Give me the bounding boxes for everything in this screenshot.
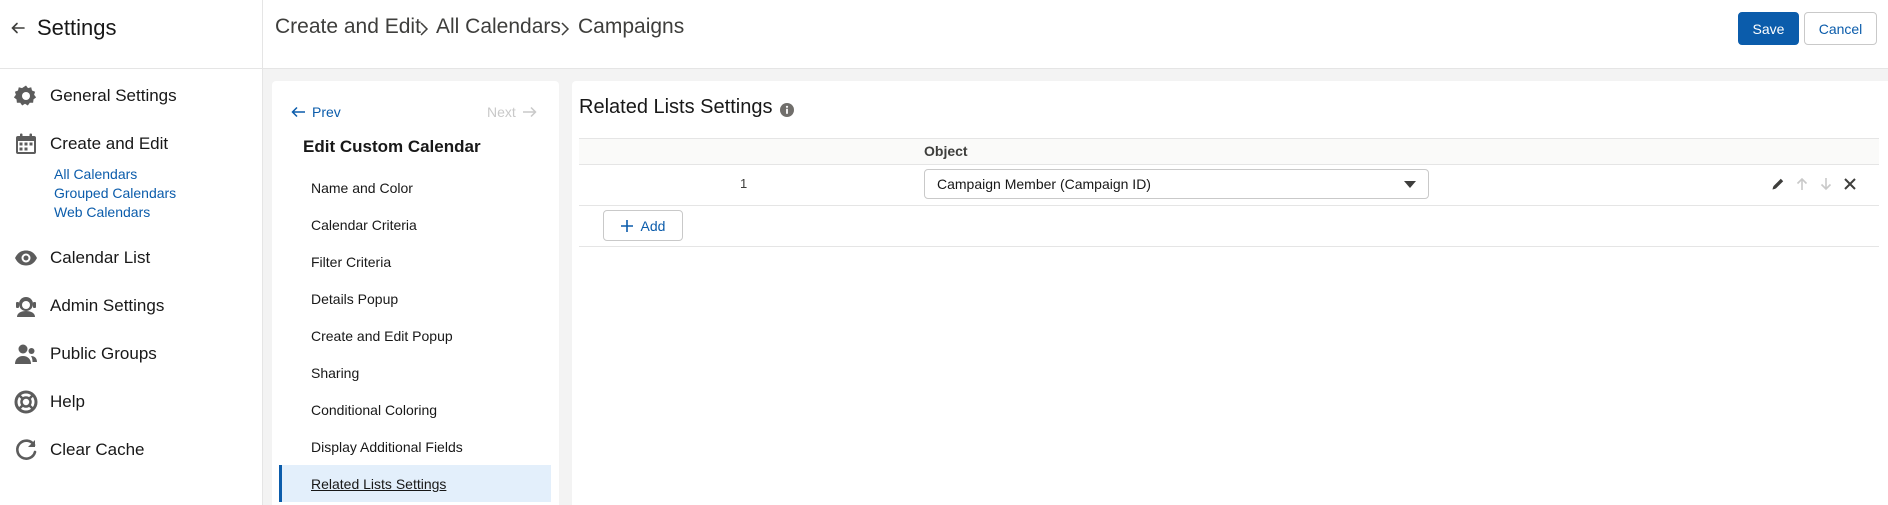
plus-icon — [620, 219, 633, 232]
sidebar-item-admin-settings[interactable]: Admin Settings — [14, 292, 164, 320]
help-icon — [14, 390, 38, 414]
step-name-and-color[interactable]: Name and Color — [279, 169, 551, 206]
info-icon[interactable] — [780, 103, 794, 117]
next-label: Next — [487, 104, 516, 120]
eye-icon — [15, 250, 37, 266]
step-filter-criteria[interactable]: Filter Criteria — [279, 243, 551, 280]
admin-icon — [16, 297, 36, 317]
object-select[interactable]: Campaign Member (Campaign ID) — [924, 169, 1429, 199]
next-button: Next — [487, 104, 537, 120]
row-index: 1 — [740, 176, 748, 191]
sidebar-item-calendar-list[interactable]: Calendar List — [14, 244, 150, 272]
back-arrow-icon[interactable] — [10, 20, 26, 36]
chevron-right-icon — [561, 22, 570, 36]
sidebar-item-help[interactable]: Help — [14, 388, 85, 416]
refresh-icon — [16, 439, 37, 460]
subnav-grouped-calendars[interactable]: Grouped Calendars — [54, 185, 176, 201]
step-details-popup[interactable]: Details Popup — [279, 280, 551, 317]
arrow-up-icon — [1796, 177, 1808, 190]
sidebar-item-label: Help — [50, 392, 85, 411]
sidebar-item-label: Create and Edit — [50, 134, 169, 153]
related-lists-panel: Related Lists Settings Object 1 Campaign… — [572, 81, 1888, 505]
sidebar-item-label: Calendar List — [50, 248, 151, 267]
sidebar-header: Settings — [0, 0, 262, 69]
sidebar-item-label: General Settings — [50, 86, 177, 105]
sidebar-item-public-groups[interactable]: Public Groups — [14, 340, 157, 368]
step-sharing[interactable]: Sharing — [279, 354, 551, 391]
step-create-and-edit-popup[interactable]: Create and Edit Popup — [279, 317, 551, 354]
edit-icon[interactable] — [1771, 177, 1785, 191]
sidebar-title: Settings — [37, 15, 117, 40]
wizard-panel: Prev Next Edit Custom Calendar Name and … — [272, 81, 559, 505]
subnav-all-calendars[interactable]: All Calendars — [54, 166, 137, 182]
add-label: Add — [640, 217, 666, 234]
groups-icon — [15, 344, 37, 364]
sidebar-item-create-and-edit[interactable]: Create and Edit — [14, 130, 168, 158]
step-conditional-coloring[interactable]: Conditional Coloring — [279, 391, 551, 428]
wizard-title: Edit Custom Calendar — [303, 137, 481, 156]
add-button[interactable]: Add — [603, 210, 683, 241]
prev-label: Prev — [312, 104, 341, 120]
add-row: Add — [579, 206, 1879, 247]
sidebar-item-label: Clear Cache — [50, 440, 145, 459]
prev-button[interactable]: Prev — [291, 104, 341, 120]
sidebar-item-label: Public Groups — [50, 344, 157, 363]
object-select-value: Campaign Member (Campaign ID) — [937, 176, 1151, 192]
sidebar-item-label: Admin Settings — [50, 296, 165, 315]
step-calendar-criteria[interactable]: Calendar Criteria — [279, 206, 551, 243]
table-row: 1 Campaign Member (Campaign ID) — [579, 164, 1879, 206]
calendar-icon — [16, 133, 36, 154]
arrow-left-icon — [291, 106, 305, 118]
caret-down-icon — [1404, 181, 1416, 188]
gear-icon — [14, 85, 37, 106]
save-button[interactable]: Save — [1738, 12, 1799, 45]
close-icon[interactable] — [1843, 177, 1857, 191]
breadcrumb-campaigns: Campaigns — [578, 15, 685, 38]
sidebar-item-general-settings[interactable]: General Settings — [14, 82, 177, 110]
cancel-button[interactable]: Cancel — [1804, 12, 1877, 45]
settings-sidebar: Settings General Settings Create and Edi… — [0, 0, 263, 505]
arrow-down-icon — [1820, 178, 1832, 191]
column-header-object: Object — [924, 143, 968, 159]
step-display-additional-fields[interactable]: Display Additional Fields — [279, 428, 551, 465]
page-title: Related Lists Settings — [579, 96, 773, 118]
subnav-web-calendars[interactable]: Web Calendars — [54, 204, 150, 220]
chevron-right-icon — [420, 22, 429, 36]
step-related-lists-settings[interactable]: Related Lists Settings — [279, 465, 551, 502]
breadcrumb-all-calendars[interactable]: All Calendars — [436, 15, 561, 39]
page-header: Create and Edit All Calendars Campaigns — [263, 0, 1888, 69]
breadcrumb-create-and-edit[interactable]: Create and Edit — [275, 15, 421, 39]
arrow-right-icon — [522, 106, 537, 118]
table-header: Object — [579, 138, 1879, 165]
sidebar-item-clear-cache[interactable]: Clear Cache — [14, 436, 145, 464]
